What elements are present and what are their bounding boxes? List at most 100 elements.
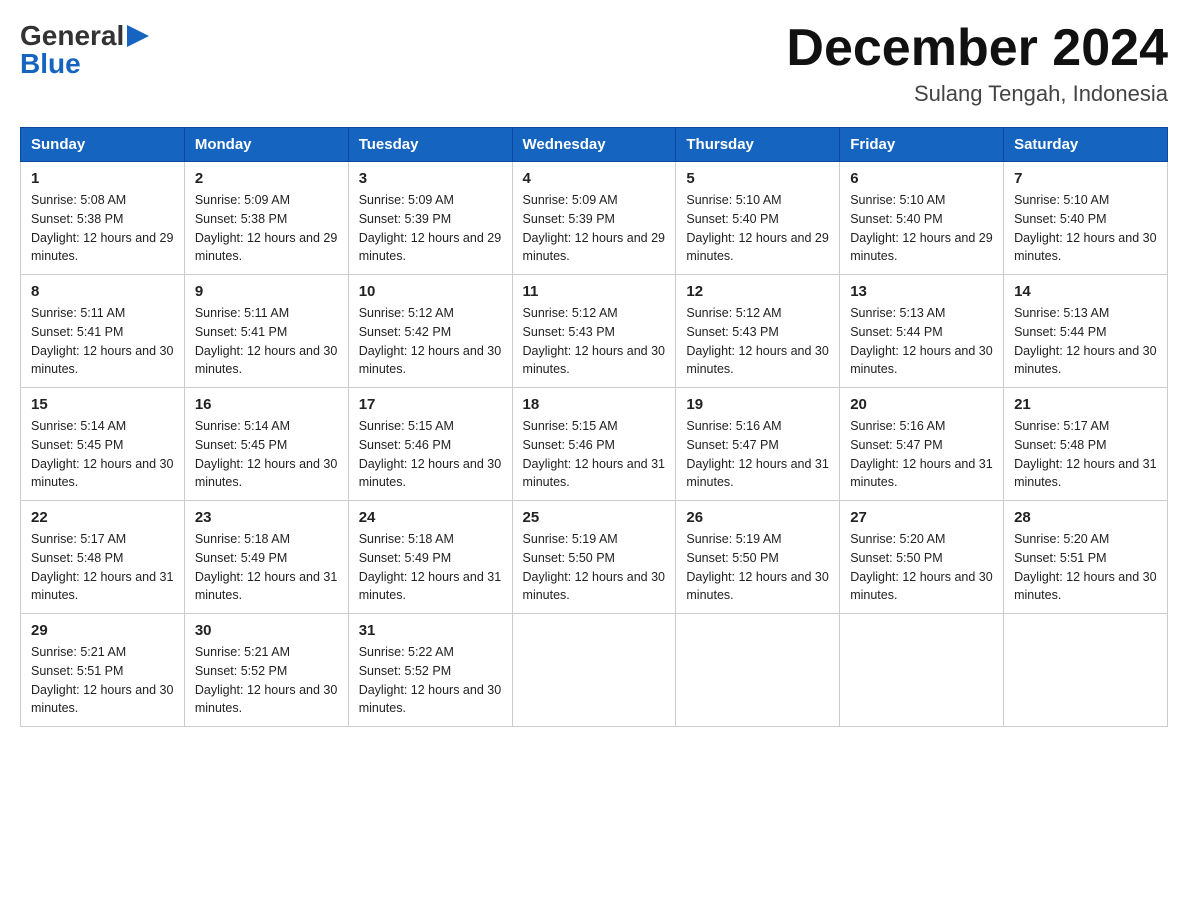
month-title: December 2024 <box>786 20 1168 77</box>
table-row: 30 Sunrise: 5:21 AMSunset: 5:52 PMDaylig… <box>184 614 348 727</box>
day-number: 28 <box>1014 509 1157 526</box>
day-info: Sunrise: 5:13 AMSunset: 5:44 PMDaylight:… <box>850 306 992 376</box>
table-row: 29 Sunrise: 5:21 AMSunset: 5:51 PMDaylig… <box>21 614 185 727</box>
table-row: 12 Sunrise: 5:12 AMSunset: 5:43 PMDaylig… <box>676 275 840 388</box>
day-info: Sunrise: 5:14 AMSunset: 5:45 PMDaylight:… <box>195 419 337 489</box>
day-number: 29 <box>31 622 174 639</box>
day-info: Sunrise: 5:17 AMSunset: 5:48 PMDaylight:… <box>31 532 173 602</box>
day-number: 21 <box>1014 396 1157 413</box>
day-info: Sunrise: 5:08 AMSunset: 5:38 PMDaylight:… <box>31 193 173 263</box>
title-block: December 2024 Sulang Tengah, Indonesia <box>786 20 1168 107</box>
table-row <box>840 614 1004 727</box>
day-number: 24 <box>359 509 502 526</box>
day-number: 19 <box>686 396 829 413</box>
day-number: 11 <box>523 283 666 300</box>
table-row: 24 Sunrise: 5:18 AMSunset: 5:49 PMDaylig… <box>348 501 512 614</box>
table-row: 23 Sunrise: 5:18 AMSunset: 5:49 PMDaylig… <box>184 501 348 614</box>
table-row: 9 Sunrise: 5:11 AMSunset: 5:41 PMDayligh… <box>184 275 348 388</box>
table-row <box>512 614 676 727</box>
logo: General Blue <box>20 20 151 80</box>
day-info: Sunrise: 5:11 AMSunset: 5:41 PMDaylight:… <box>195 306 337 376</box>
calendar-week-row: 15 Sunrise: 5:14 AMSunset: 5:45 PMDaylig… <box>21 388 1168 501</box>
day-number: 16 <box>195 396 338 413</box>
table-row <box>1004 614 1168 727</box>
day-number: 14 <box>1014 283 1157 300</box>
day-number: 4 <box>523 170 666 187</box>
day-info: Sunrise: 5:09 AMSunset: 5:38 PMDaylight:… <box>195 193 337 263</box>
day-number: 17 <box>359 396 502 413</box>
day-info: Sunrise: 5:12 AMSunset: 5:42 PMDaylight:… <box>359 306 501 376</box>
day-number: 15 <box>31 396 174 413</box>
col-monday: Monday <box>184 128 348 162</box>
table-row: 3 Sunrise: 5:09 AMSunset: 5:39 PMDayligh… <box>348 162 512 275</box>
day-info: Sunrise: 5:10 AMSunset: 5:40 PMDaylight:… <box>1014 193 1156 263</box>
day-number: 26 <box>686 509 829 526</box>
day-info: Sunrise: 5:09 AMSunset: 5:39 PMDaylight:… <box>359 193 501 263</box>
table-row: 13 Sunrise: 5:13 AMSunset: 5:44 PMDaylig… <box>840 275 1004 388</box>
calendar-table: Sunday Monday Tuesday Wednesday Thursday… <box>20 127 1168 727</box>
table-row: 5 Sunrise: 5:10 AMSunset: 5:40 PMDayligh… <box>676 162 840 275</box>
day-number: 8 <box>31 283 174 300</box>
day-number: 6 <box>850 170 993 187</box>
table-row: 20 Sunrise: 5:16 AMSunset: 5:47 PMDaylig… <box>840 388 1004 501</box>
table-row: 6 Sunrise: 5:10 AMSunset: 5:40 PMDayligh… <box>840 162 1004 275</box>
day-number: 1 <box>31 170 174 187</box>
table-row: 18 Sunrise: 5:15 AMSunset: 5:46 PMDaylig… <box>512 388 676 501</box>
col-thursday: Thursday <box>676 128 840 162</box>
col-friday: Friday <box>840 128 1004 162</box>
day-info: Sunrise: 5:18 AMSunset: 5:49 PMDaylight:… <box>359 532 501 602</box>
day-number: 5 <box>686 170 829 187</box>
day-info: Sunrise: 5:09 AMSunset: 5:39 PMDaylight:… <box>523 193 665 263</box>
table-row: 1 Sunrise: 5:08 AMSunset: 5:38 PMDayligh… <box>21 162 185 275</box>
calendar-week-row: 29 Sunrise: 5:21 AMSunset: 5:51 PMDaylig… <box>21 614 1168 727</box>
day-info: Sunrise: 5:21 AMSunset: 5:52 PMDaylight:… <box>195 645 337 715</box>
day-info: Sunrise: 5:11 AMSunset: 5:41 PMDaylight:… <box>31 306 173 376</box>
day-number: 27 <box>850 509 993 526</box>
table-row: 10 Sunrise: 5:12 AMSunset: 5:42 PMDaylig… <box>348 275 512 388</box>
col-sunday: Sunday <box>21 128 185 162</box>
day-number: 2 <box>195 170 338 187</box>
day-info: Sunrise: 5:18 AMSunset: 5:49 PMDaylight:… <box>195 532 337 602</box>
logo-chevron-icon <box>127 25 149 47</box>
day-info: Sunrise: 5:12 AMSunset: 5:43 PMDaylight:… <box>686 306 828 376</box>
table-row: 17 Sunrise: 5:15 AMSunset: 5:46 PMDaylig… <box>348 388 512 501</box>
day-number: 3 <box>359 170 502 187</box>
day-info: Sunrise: 5:19 AMSunset: 5:50 PMDaylight:… <box>523 532 665 602</box>
table-row: 22 Sunrise: 5:17 AMSunset: 5:48 PMDaylig… <box>21 501 185 614</box>
day-number: 9 <box>195 283 338 300</box>
table-row: 2 Sunrise: 5:09 AMSunset: 5:38 PMDayligh… <box>184 162 348 275</box>
table-row: 8 Sunrise: 5:11 AMSunset: 5:41 PMDayligh… <box>21 275 185 388</box>
day-info: Sunrise: 5:22 AMSunset: 5:52 PMDaylight:… <box>359 645 501 715</box>
day-info: Sunrise: 5:10 AMSunset: 5:40 PMDaylight:… <box>850 193 992 263</box>
table-row: 11 Sunrise: 5:12 AMSunset: 5:43 PMDaylig… <box>512 275 676 388</box>
calendar-week-row: 1 Sunrise: 5:08 AMSunset: 5:38 PMDayligh… <box>21 162 1168 275</box>
table-row: 15 Sunrise: 5:14 AMSunset: 5:45 PMDaylig… <box>21 388 185 501</box>
day-info: Sunrise: 5:20 AMSunset: 5:51 PMDaylight:… <box>1014 532 1156 602</box>
day-number: 20 <box>850 396 993 413</box>
day-number: 22 <box>31 509 174 526</box>
day-info: Sunrise: 5:16 AMSunset: 5:47 PMDaylight:… <box>686 419 828 489</box>
table-row: 4 Sunrise: 5:09 AMSunset: 5:39 PMDayligh… <box>512 162 676 275</box>
table-row: 19 Sunrise: 5:16 AMSunset: 5:47 PMDaylig… <box>676 388 840 501</box>
table-row: 26 Sunrise: 5:19 AMSunset: 5:50 PMDaylig… <box>676 501 840 614</box>
day-info: Sunrise: 5:21 AMSunset: 5:51 PMDaylight:… <box>31 645 173 715</box>
col-wednesday: Wednesday <box>512 128 676 162</box>
table-row: 21 Sunrise: 5:17 AMSunset: 5:48 PMDaylig… <box>1004 388 1168 501</box>
col-tuesday: Tuesday <box>348 128 512 162</box>
location-subtitle: Sulang Tengah, Indonesia <box>786 81 1168 107</box>
table-row: 25 Sunrise: 5:19 AMSunset: 5:50 PMDaylig… <box>512 501 676 614</box>
day-info: Sunrise: 5:14 AMSunset: 5:45 PMDaylight:… <box>31 419 173 489</box>
table-row: 7 Sunrise: 5:10 AMSunset: 5:40 PMDayligh… <box>1004 162 1168 275</box>
table-row: 28 Sunrise: 5:20 AMSunset: 5:51 PMDaylig… <box>1004 501 1168 614</box>
day-number: 18 <box>523 396 666 413</box>
day-info: Sunrise: 5:10 AMSunset: 5:40 PMDaylight:… <box>686 193 828 263</box>
day-number: 31 <box>359 622 502 639</box>
day-info: Sunrise: 5:19 AMSunset: 5:50 PMDaylight:… <box>686 532 828 602</box>
table-row: 31 Sunrise: 5:22 AMSunset: 5:52 PMDaylig… <box>348 614 512 727</box>
day-number: 23 <box>195 509 338 526</box>
day-number: 12 <box>686 283 829 300</box>
day-info: Sunrise: 5:13 AMSunset: 5:44 PMDaylight:… <box>1014 306 1156 376</box>
col-saturday: Saturday <box>1004 128 1168 162</box>
day-info: Sunrise: 5:12 AMSunset: 5:43 PMDaylight:… <box>523 306 665 376</box>
calendar-week-row: 8 Sunrise: 5:11 AMSunset: 5:41 PMDayligh… <box>21 275 1168 388</box>
